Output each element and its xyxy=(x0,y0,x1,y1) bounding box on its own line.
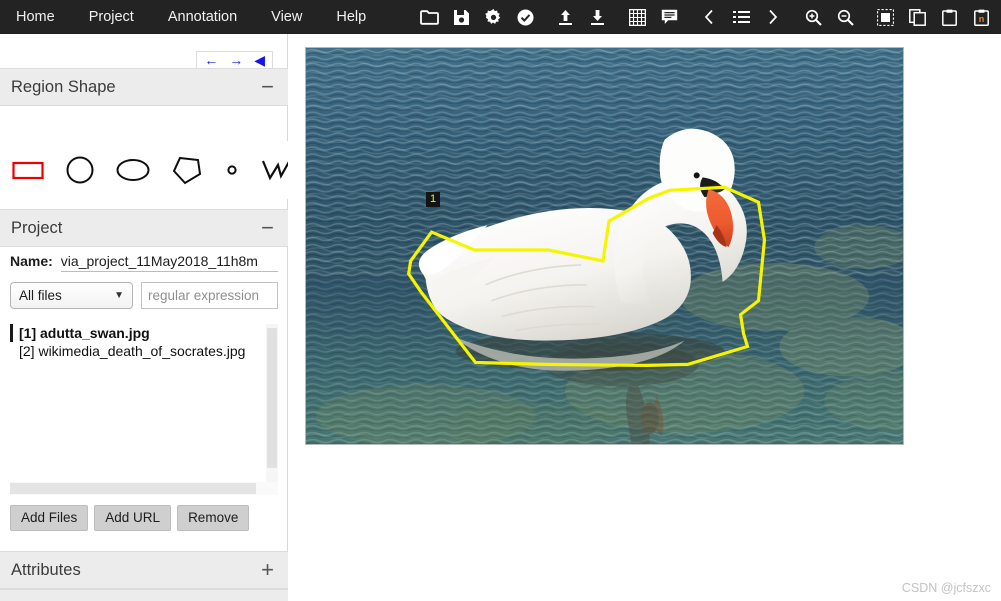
menu-view[interactable]: View xyxy=(271,10,302,25)
chevron-right-icon[interactable] xyxy=(760,4,786,30)
file-filter-row: All files ▼ xyxy=(0,272,288,309)
menu-annotation[interactable]: Annotation xyxy=(168,10,237,25)
clipboard-n-icon[interactable]: n xyxy=(968,4,994,30)
remove-button[interactable]: Remove xyxy=(177,505,250,532)
file-list[interactable]: [1] adutta_swan.jpg [2] wikimedia_death_… xyxy=(10,324,278,482)
folder-open-icon[interactable] xyxy=(416,4,442,30)
paste-icon[interactable] xyxy=(936,4,962,30)
add-url-button[interactable]: Add URL xyxy=(94,505,172,532)
via-annotator-window: Home Project Annotation View Help n ← → … xyxy=(0,0,1001,601)
annotation-canvas[interactable]: 1 xyxy=(305,47,904,445)
file-filter-select[interactable]: All files ▼ xyxy=(10,282,133,309)
file-list-horizontal-scrollbar[interactable] xyxy=(10,482,278,495)
regex-input[interactable] xyxy=(141,282,278,309)
prev-image-button[interactable]: ← xyxy=(204,53,218,67)
svg-text:n: n xyxy=(978,14,984,24)
upload-icon[interactable] xyxy=(552,4,578,30)
shape-polygon-icon[interactable] xyxy=(171,153,203,187)
panel-toggle-keyboard-shortcuts[interactable]: + xyxy=(261,597,274,601)
gear-icon[interactable] xyxy=(480,4,506,30)
comment-icon[interactable] xyxy=(656,4,682,30)
list-item[interactable]: [1] adutta_swan.jpg xyxy=(10,324,278,342)
menu-help[interactable]: Help xyxy=(336,10,366,25)
panel-toggle-region-shape[interactable]: − xyxy=(261,76,274,98)
shape-point-icon[interactable] xyxy=(224,153,240,187)
image-adutta-swan xyxy=(306,48,903,444)
region-shape-toolbar xyxy=(0,141,291,199)
panel-header-region-shape[interactable]: Region Shape − xyxy=(0,68,288,106)
check-circle-icon[interactable] xyxy=(512,4,538,30)
menu-project[interactable]: Project xyxy=(89,10,134,25)
file-list-vertical-scrollbar[interactable] xyxy=(266,324,278,482)
save-icon[interactable] xyxy=(448,4,474,30)
zoom-out-icon[interactable] xyxy=(832,4,858,30)
file-filter-value: All files xyxy=(19,288,62,303)
shape-ellipse-icon[interactable] xyxy=(116,153,150,187)
image-canvas-area: 1 xyxy=(288,34,1001,601)
panel-title-project: Project xyxy=(11,218,63,237)
panel-header-attributes[interactable]: Attributes + xyxy=(0,551,288,589)
file-list-vertical-thumb[interactable] xyxy=(267,328,277,468)
panel-title-attributes: Attributes xyxy=(11,560,81,579)
project-name-label: Name: xyxy=(10,253,53,269)
file-action-buttons: Add Files Add URL Remove xyxy=(10,505,250,532)
panel-header-project[interactable]: Project − xyxy=(0,209,288,247)
file-list-horizontal-thumb[interactable] xyxy=(10,483,256,494)
icon-toolbar: n x xyxy=(416,4,1001,30)
panel-title-region-shape: Region Shape xyxy=(11,77,116,96)
top-menu-bar: Home Project Annotation View Help n xyxy=(0,0,1001,34)
add-files-button[interactable]: Add Files xyxy=(10,505,89,532)
download-icon[interactable] xyxy=(584,4,610,30)
grid-icon[interactable] xyxy=(624,4,650,30)
panel-toggle-attributes[interactable]: + xyxy=(261,559,274,581)
panel-header-keyboard-shortcuts[interactable]: Keyboard Shortcuts + xyxy=(0,589,288,601)
next-image-button[interactable]: → xyxy=(229,53,243,67)
image-nav-arrows: ← → ◀ xyxy=(196,51,273,69)
project-name-input[interactable]: via_project_11May2018_11h8m xyxy=(60,253,278,272)
region-label-1: 1 xyxy=(426,192,441,208)
list-icon[interactable] xyxy=(728,4,754,30)
shape-circle-icon[interactable] xyxy=(65,153,95,187)
main-menu: Home Project Annotation View Help xyxy=(0,10,400,25)
menu-home[interactable]: Home xyxy=(16,10,55,25)
panel-toggle-project[interactable]: − xyxy=(261,217,274,239)
project-panel-body: Name: via_project_11May2018_11h8m All fi… xyxy=(0,247,288,309)
project-name-row: Name: via_project_11May2018_11h8m xyxy=(0,247,288,272)
shape-rect-icon[interactable] xyxy=(12,153,44,187)
list-item[interactable]: [2] wikimedia_death_of_socrates.jpg xyxy=(10,342,278,360)
zoom-in-icon[interactable] xyxy=(800,4,826,30)
chevron-left-icon[interactable] xyxy=(696,4,722,30)
left-sidebar: ← → ◀ Region Shape − Project − Name: via… xyxy=(0,34,291,601)
select-region-icon[interactable] xyxy=(872,4,898,30)
collapse-sidebar-button[interactable]: ◀ xyxy=(254,53,265,67)
watermark: CSDN @jcfszxc xyxy=(901,581,991,595)
copy-icon[interactable] xyxy=(904,4,930,30)
chevron-down-icon: ▼ xyxy=(114,290,124,301)
